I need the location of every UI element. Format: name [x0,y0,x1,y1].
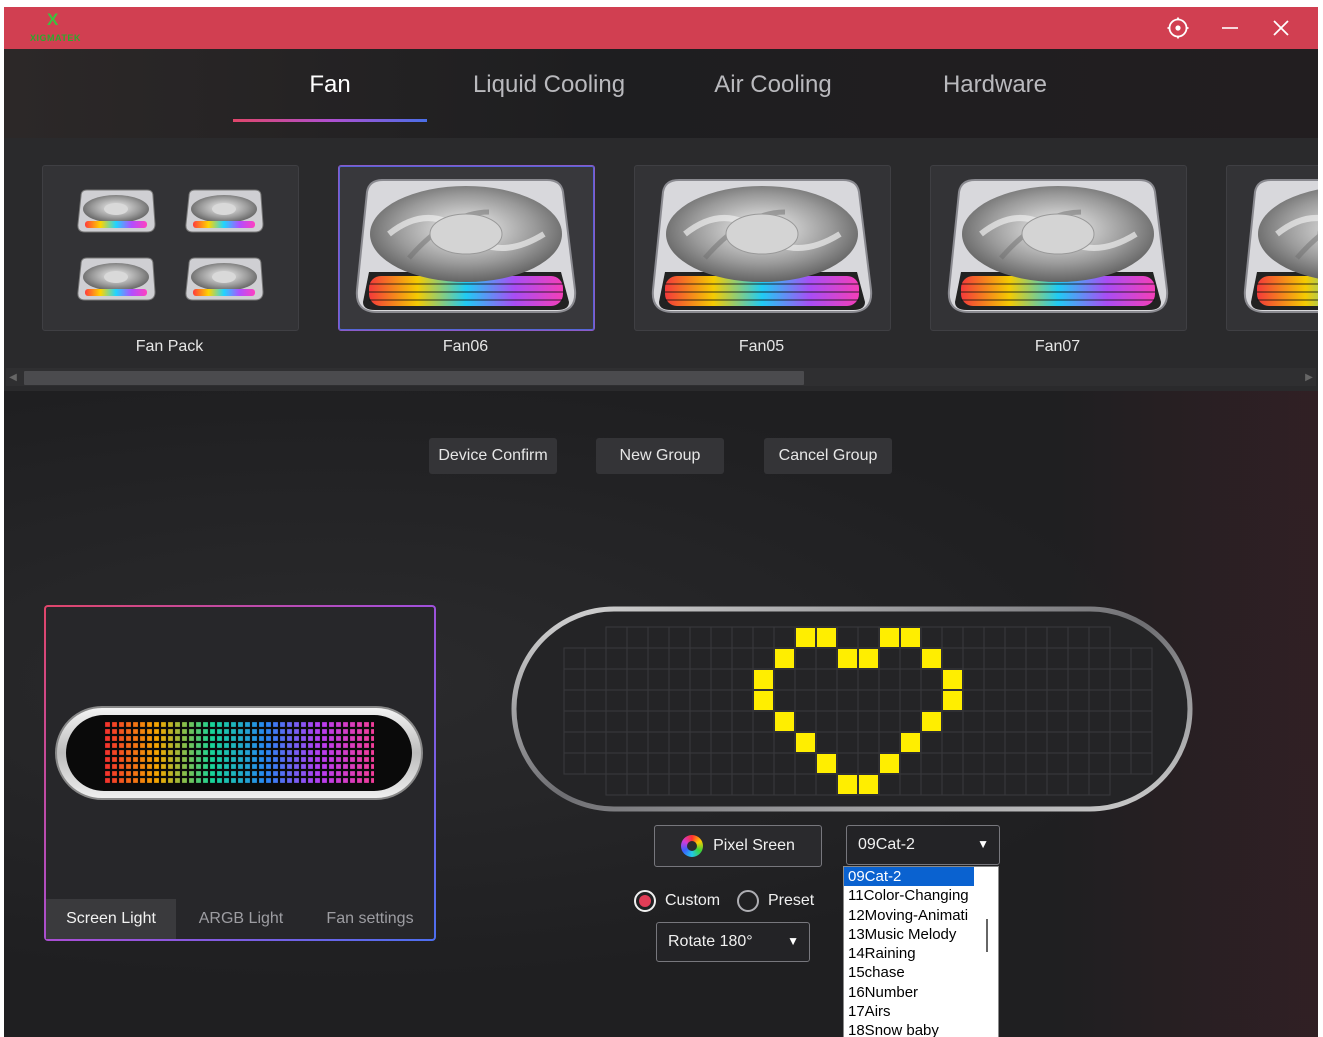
tab-fan[interactable]: Fan [233,71,427,99]
page-margin [1318,7,1323,1037]
mode-preset-label: Preset [768,892,815,909]
device-preview-panel: Screen Light ARGB Light Fan settings [44,605,436,941]
settings-target-button[interactable] [1161,13,1195,43]
settings-target-icon [1167,17,1189,39]
dropdown-option[interactable]: 16Number [844,983,974,1002]
mode-custom-label: Custom [665,892,721,909]
effect-select[interactable]: 09Cat-2 ▼ [846,825,1000,865]
rgb-matrix [104,721,374,785]
radio-selected-icon [634,890,656,912]
fan-pack-icon [77,189,264,301]
device-label-fan05: Fan05 [738,338,785,355]
dropdown-option[interactable]: 18Snow baby [844,1021,974,1037]
pixel-screen-preview-image [55,706,423,800]
minimize-button[interactable] [1213,13,1247,43]
subtab-argb-light[interactable]: ARGB Light [176,899,306,939]
active-tab-indicator [233,119,427,122]
device-label-fan-pack: Fan Pack [135,338,204,355]
device-card-fan06[interactable] [338,165,595,331]
title-bar[interactable]: X XIGMATEK [4,7,1318,49]
dropdown-option[interactable]: 17Airs [844,1002,974,1021]
dropdown-option[interactable]: 11Color-Changing [844,886,974,905]
tab-liquid-cooling[interactable]: Liquid Cooling [452,71,646,99]
dropdown-scrollbar-thumb[interactable] [986,919,988,952]
main-tabs: Fan Liquid Cooling Air Cooling Hardware [4,49,1318,138]
color-wheel-icon [681,835,704,857]
radio-unselected-icon [737,890,759,912]
dropdown-option[interactable]: 14Raining [844,944,974,963]
pixel-screen-button-label: Pixel Sreen [713,837,795,854]
pixel-matrix-editor[interactable] [510,605,1194,813]
dropdown-option[interactable]: 15chase [844,963,974,982]
brand-logo: X XIGMATEK [26,11,86,45]
dropdown-option[interactable]: 12Moving-Animati [844,906,974,925]
new-group-button[interactable]: New Group [596,438,724,474]
tab-hardware[interactable]: Hardware [898,71,1092,99]
fan-icon [635,166,890,330]
tab-air-cooling[interactable]: Air Cooling [676,71,870,99]
app-window: X XIGMATEK Fan Liquid Cooling Air Coolin… [4,7,1318,1037]
effect-dropdown-list[interactable]: 09Cat-2 11Color-Changing 12Moving-Animati 1… [843,866,999,1037]
device-card-partial[interactable] [1226,165,1318,331]
effect-select-value: 09Cat-2 [858,836,915,853]
scroll-right-icon[interactable]: ▶ [1302,369,1316,385]
mode-custom-radio[interactable]: Custom [634,890,720,912]
chevron-down-icon: ▼ [977,837,989,851]
rotate-select[interactable]: Rotate 180° ▼ [656,922,810,962]
device-card-fan07[interactable] [930,165,1187,331]
device-strip: Fan Pack Fan06 Fan05 Fan07 ◀ ▶ [4,138,1318,391]
fan-icon [931,166,1186,330]
close-icon [1273,20,1289,36]
chevron-down-icon: ▼ [787,934,799,948]
device-card-fan05[interactable] [634,165,891,331]
logo-text: XIGMATEK [30,33,81,43]
minimize-icon [1222,27,1238,29]
logo-mark-icon: X [47,10,59,29]
cancel-group-button[interactable]: Cancel Group [764,438,892,474]
device-scrollbar-thumb[interactable] [24,371,804,385]
pixel-screen-button[interactable]: Pixel Sreen [654,825,822,867]
rotate-select-value: Rotate 180° [668,933,753,950]
fan-icon [1227,166,1318,330]
device-label-fan07: Fan07 [1034,338,1081,355]
subtab-screen-light[interactable]: Screen Light [46,899,176,939]
dropdown-option[interactable]: 09Cat-2 [844,867,974,887]
device-card-fan-pack[interactable] [42,165,299,331]
preview-subtabs: Screen Light ARGB Light Fan settings [46,899,434,939]
scroll-left-icon[interactable]: ◀ [6,369,20,385]
dropdown-option[interactable]: 13Music Melody [844,925,974,944]
fan-icon [339,166,594,330]
device-label-fan06: Fan06 [442,338,489,355]
close-button[interactable] [1264,13,1298,43]
dropdown-scrollbar[interactable] [976,867,998,1037]
mode-preset-radio[interactable]: Preset [737,890,814,912]
subtab-fan-settings[interactable]: Fan settings [306,899,434,939]
device-confirm-button[interactable]: Device Confirm [429,438,557,474]
